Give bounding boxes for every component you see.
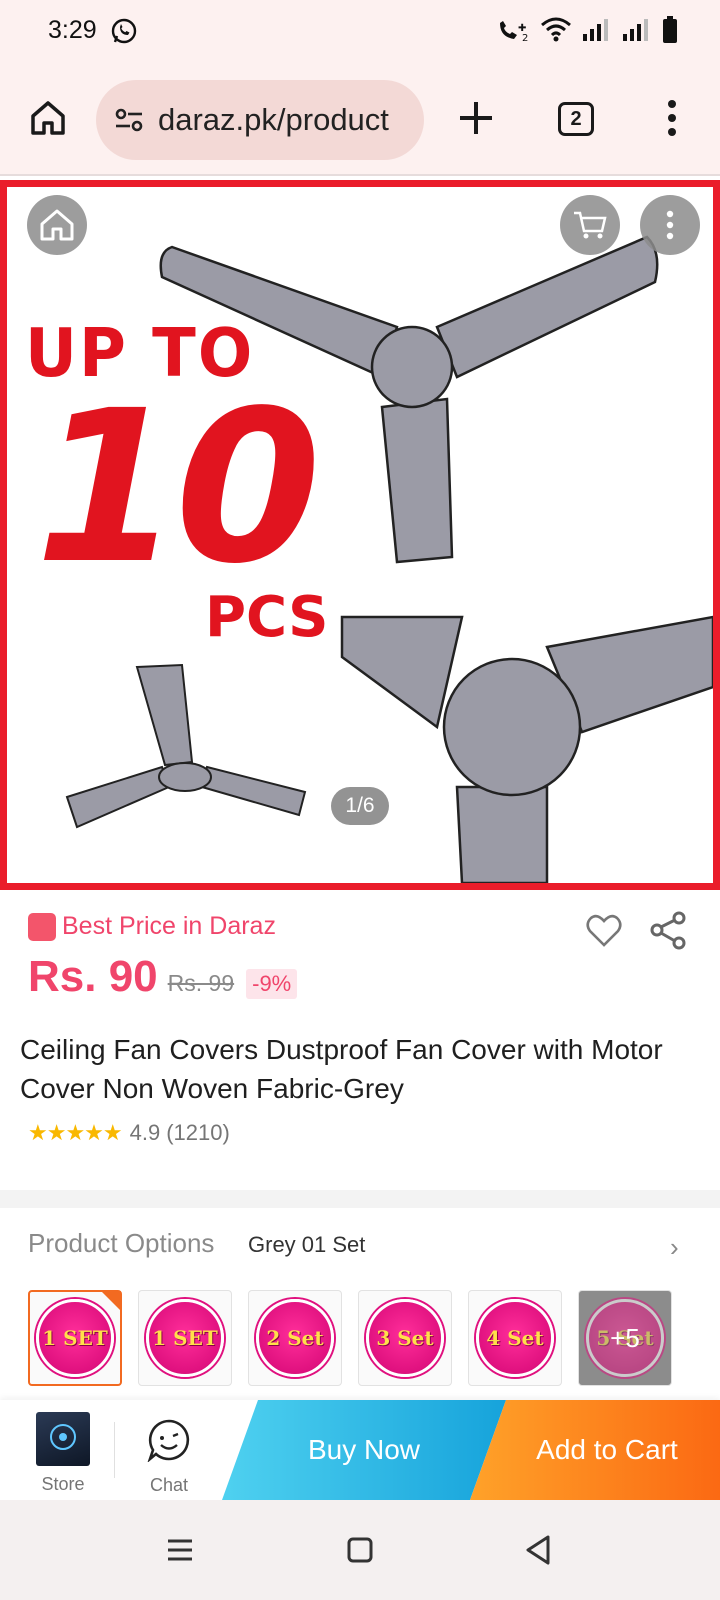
swatch-label: 2 Set: [266, 1326, 324, 1350]
back-icon[interactable]: [524, 1532, 552, 1568]
new-tab-icon[interactable]: [456, 98, 496, 138]
swatch-label: 4 Set: [486, 1326, 544, 1350]
buy-now-button[interactable]: Buy Now: [222, 1400, 506, 1500]
action-bar: Store Chat Buy Now Add to Cart: [0, 1400, 720, 1500]
system-nav-bar: [0, 1500, 720, 1600]
rating-row[interactable]: ★★★★★ 4.9 (1210): [28, 1120, 230, 1146]
share-icon[interactable]: [648, 910, 688, 950]
option-swatch[interactable]: 1 SET: [138, 1290, 232, 1386]
swatch-image: 1 SET: [146, 1299, 224, 1377]
store-logo: [36, 1412, 90, 1466]
product-options[interactable]: Product Options Grey 01 Set › 1 SET 1 SE…: [0, 1208, 720, 1400]
discount-badge: -9%: [246, 969, 298, 999]
browser-toolbar: daraz.pk/product 2: [0, 62, 720, 176]
wifi-icon: [541, 17, 571, 42]
site-settings-icon[interactable]: [112, 103, 146, 137]
svg-text:2: 2: [522, 33, 528, 43]
image-counter: 1/6: [331, 787, 389, 825]
original-price: Rs. 99: [167, 970, 235, 996]
store-label: Store: [41, 1474, 85, 1494]
promo-text-pcs: PCS: [205, 585, 329, 650]
best-price-badge: Best Price in Daraz: [28, 912, 276, 941]
section-divider: [0, 1190, 720, 1208]
more-vertical-icon: [666, 210, 674, 240]
swatch-image: 4 Set: [476, 1299, 554, 1377]
chat-label: Chat: [149, 1475, 189, 1495]
url-text: daraz.pk/product: [158, 102, 389, 137]
option-swatch[interactable]: 1 SET: [28, 1290, 122, 1386]
more-count: +5: [610, 1322, 640, 1353]
tab-switcher-button[interactable]: 2: [558, 102, 594, 136]
status-icons: ✚ 2: [496, 16, 678, 44]
home-icon: [40, 209, 74, 241]
more-options-swatch[interactable]: 5 Set +5: [578, 1290, 672, 1386]
cart-button[interactable]: [560, 195, 620, 255]
product-title: Ceiling Fan Covers Dustproof Fan Cover w…: [20, 1034, 663, 1104]
add-to-cart-button[interactable]: Add to Cart: [470, 1400, 720, 1500]
swatch-image: 3 Set: [366, 1299, 444, 1377]
action-divider: [114, 1422, 115, 1478]
browser-menu-icon[interactable]: [660, 98, 684, 138]
rating-value: 4.9: [129, 1120, 161, 1145]
price-tag-icon: [28, 912, 56, 941]
star-rating-icons: ★★★★★: [28, 1120, 123, 1145]
status-bar: 3:29 ✚ 2: [0, 0, 720, 62]
chevron-right-icon[interactable]: ›: [670, 1232, 679, 1263]
signal-icon-2: [623, 19, 648, 41]
battery-icon: [663, 16, 677, 43]
store-logo-icon: [50, 1424, 76, 1450]
current-price: Rs. 90: [28, 952, 158, 1001]
swatch-label: 1 SET: [152, 1326, 218, 1350]
signal-icon-1: [583, 19, 608, 41]
cart-icon: [574, 211, 607, 239]
browser-home-icon[interactable]: [28, 98, 68, 138]
option-swatch[interactable]: 3 Set: [358, 1290, 452, 1386]
more-options-button[interactable]: [640, 195, 700, 255]
price-row: Rs. 90 Rs. 99 -9%: [28, 952, 298, 1002]
swatch-label: 1 SET: [42, 1326, 108, 1350]
option-swatches: 1 SET 1 SET 2 Set 3 Set 4 Set 5 Set +5: [28, 1290, 672, 1386]
option-swatch[interactable]: 2 Set: [248, 1290, 342, 1386]
product-image-gallery[interactable]: UP TO 10 PCS 1/6: [0, 180, 720, 890]
store-button[interactable]: Store: [22, 1412, 104, 1495]
promo-text-number: 10: [35, 365, 321, 610]
best-price-label: Best Price in Daraz: [62, 912, 276, 940]
chat-button[interactable]: Chat: [128, 1418, 210, 1496]
option-swatch[interactable]: 4 Set: [468, 1290, 562, 1386]
swatch-image: 1 SET: [36, 1299, 114, 1377]
swatch-label: 3 Set: [376, 1326, 434, 1350]
options-label: Product Options: [28, 1228, 215, 1258]
home-nav-icon[interactable]: [346, 1532, 374, 1568]
wishlist-heart-icon[interactable]: [586, 914, 622, 948]
recent-apps-icon[interactable]: [166, 1532, 194, 1568]
swatch-image: 2 Set: [256, 1299, 334, 1377]
url-bar[interactable]: daraz.pk/product: [96, 80, 424, 160]
whatsapp-icon: [111, 18, 137, 44]
wifi-call-icon: ✚2: [500, 21, 528, 43]
status-time: 3:29: [48, 16, 97, 44]
product-info: Best Price in Daraz Rs. 90 Rs. 99 -9% Ce…: [0, 890, 720, 1190]
review-count: (1210): [166, 1120, 230, 1145]
selected-option: Grey 01 Set: [248, 1232, 366, 1257]
page-home-button[interactable]: [27, 195, 87, 255]
chat-icon: [147, 1419, 190, 1463]
